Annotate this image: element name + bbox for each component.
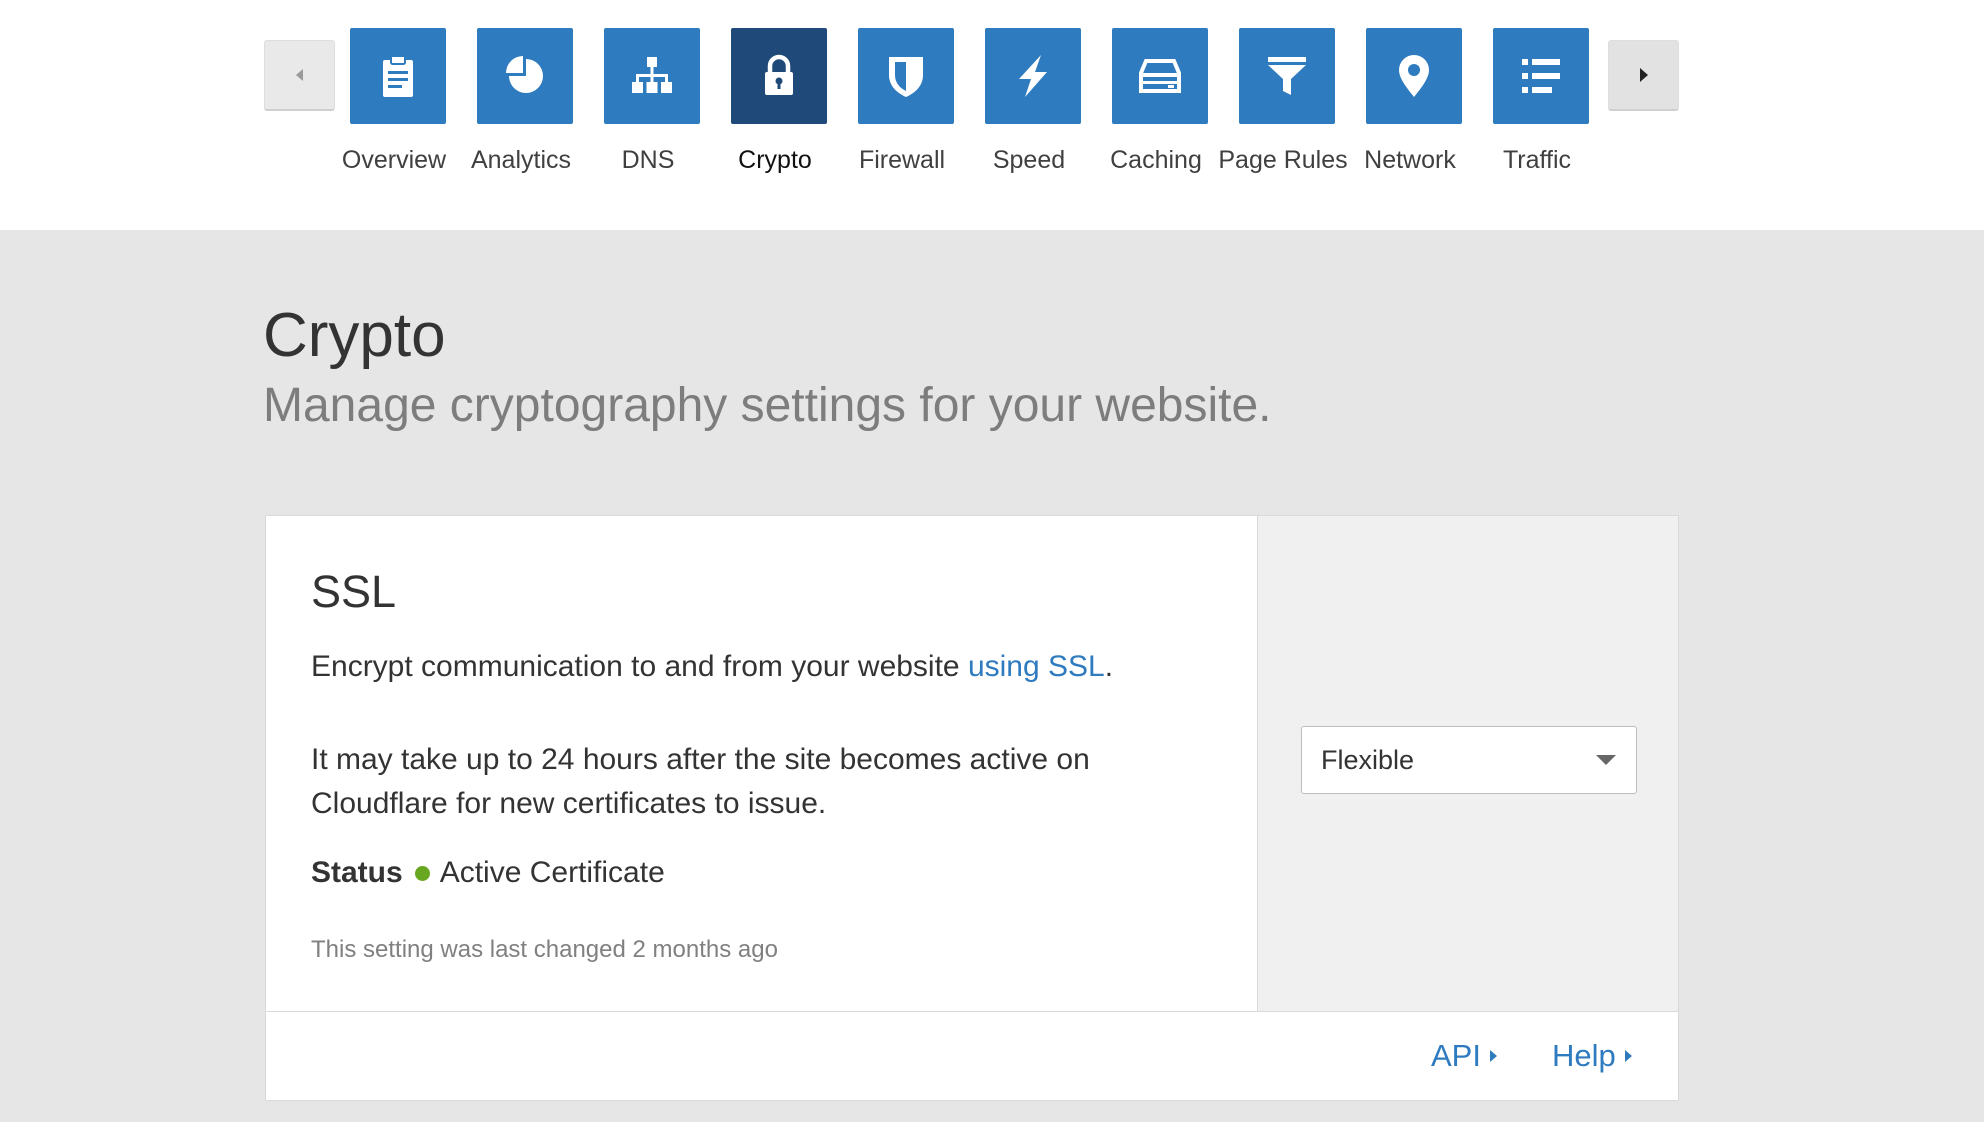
page-subtitle: Manage cryptography settings for your we… [263,379,1272,432]
ssl-mode-value: Flexible [1321,745,1415,775]
certificate-note: It may take up to 24 hours after the sit… [311,743,1090,820]
ssl-card-body: SSL Encrypt communication to and from yo… [266,516,1258,1012]
clipboard-icon [383,55,413,97]
help-link[interactable]: Help [1552,1038,1632,1074]
server-drive-icon [1139,59,1181,93]
status-label: Status [311,856,403,889]
funnel-icon [1268,57,1306,95]
nav-item-firewall[interactable]: Firewall [838,28,965,188]
nav-item-caching[interactable]: Caching [1092,28,1219,188]
status-indicator-dot [414,865,430,881]
nav-label: Traffic [1502,146,1572,174]
status-value: Active Certificate [439,856,665,889]
ssl-mode-select[interactable]: Flexible [1301,726,1637,794]
nav-item-analytics[interactable]: Analytics [457,28,584,188]
description-text: Encrypt communication to and from your w… [311,650,968,683]
nav-item-speed[interactable]: Speed [965,28,1092,188]
nav-label: DNS [621,146,675,174]
lock-icon [765,54,793,95]
using-ssl-link[interactable]: using SSL [968,650,1105,683]
shield-icon [889,57,923,97]
card-footer: API Help [266,1012,1678,1100]
nav-item-dns[interactable]: DNS [584,28,711,188]
card-description: Encrypt communication to and from your w… [311,650,1113,684]
caret-right-icon [1489,1050,1497,1062]
nav-label: Firewall [858,146,946,174]
app-navigation: Overview Analytics DNS Crypto Firewall S… [0,0,1984,230]
location-pin-icon [1399,55,1429,97]
nav-item-overview[interactable]: Overview [330,28,457,188]
status-row: Status Active Certificate [311,856,665,890]
scroll-right-button[interactable] [1608,40,1679,111]
lightning-icon [1019,55,1047,97]
description-suffix: . [1104,650,1114,683]
chevron-right-icon [1639,68,1648,82]
api-link[interactable]: API [1431,1038,1497,1074]
nav-label: Caching [1110,146,1202,174]
ssl-card-control: Flexible [1258,516,1678,1012]
card-title: SSL [311,566,397,617]
nav-item-network[interactable]: Network [1346,28,1473,188]
caret-down-icon [1596,755,1616,765]
pie-chart-icon [506,56,543,93]
nav-label: Crypto [738,146,812,174]
chevron-left-icon [296,69,303,81]
nav-item-page-rules[interactable]: Page Rules [1218,28,1348,188]
nav-item-crypto[interactable]: Crypto [711,28,838,188]
help-link-label: Help [1552,1038,1616,1073]
nav-label: Analytics [470,146,572,174]
list-icon [1522,59,1560,93]
api-link-label: API [1431,1038,1481,1073]
last-changed-text: This setting was last changed 2 months a… [311,936,778,963]
scroll-left-button[interactable] [264,40,335,111]
ssl-card: SSL Encrypt communication to and from yo… [265,515,1679,1101]
caret-right-icon [1624,1050,1632,1062]
nav-item-traffic[interactable]: Traffic [1473,28,1600,188]
nav-label: Speed [992,146,1066,174]
network-tree-icon [632,57,672,93]
nav-label: Page Rules [1218,146,1348,174]
nav-label: Network [1364,146,1456,174]
page-title: Crypto [263,301,446,370]
nav-label: Overview [341,146,447,174]
